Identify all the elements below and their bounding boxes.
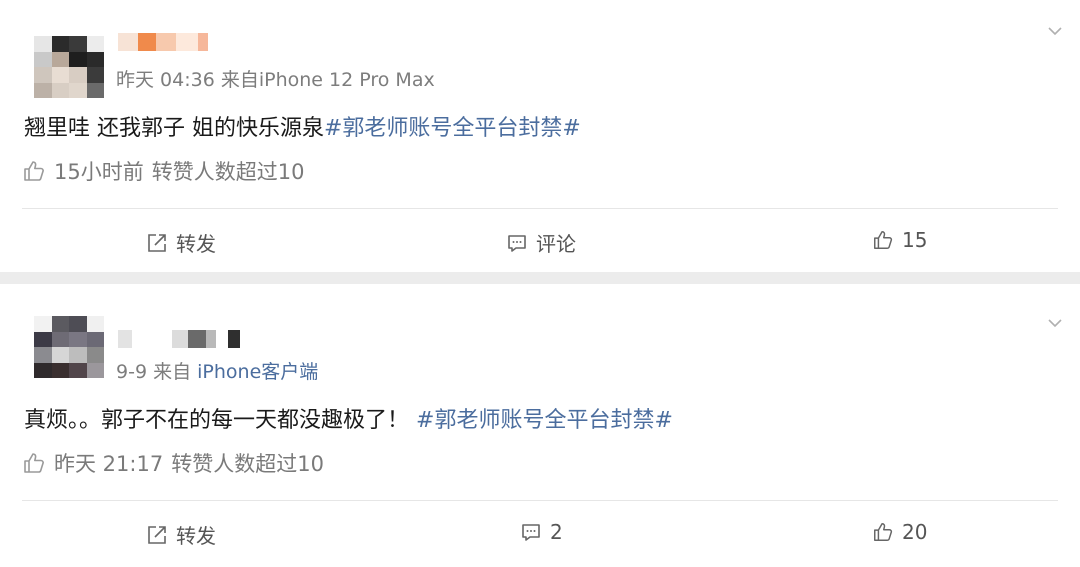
source-label: 来自 [220, 69, 259, 91]
chevron-down-icon[interactable] [1048, 316, 1062, 330]
comment-icon [508, 234, 526, 252]
post-stats: 15小时前 转赞人数超过10 [22, 156, 304, 186]
thumbs-up-icon [874, 231, 893, 249]
divider [22, 208, 1058, 209]
divider [22, 500, 1058, 501]
thumbs-up-icon [24, 453, 44, 473]
thumbs-up-icon [874, 523, 893, 541]
like-count: 20 [902, 520, 928, 544]
repost-button[interactable]: 转发 [146, 520, 216, 549]
repost-label: 转发 [176, 524, 216, 548]
avatar[interactable] [34, 36, 104, 98]
stats-repost-count: 转赞人数超过10 [151, 160, 305, 184]
repost-button[interactable]: 转发 [146, 228, 216, 257]
stats-time: 15小时前 [54, 160, 144, 184]
stats-repost-count: 转赞人数超过10 [171, 452, 324, 476]
chevron-down-icon[interactable] [1048, 24, 1062, 38]
hashtag-link[interactable]: #郭老师账号全平台封禁# [324, 116, 581, 141]
like-button[interactable]: 15 [872, 228, 927, 252]
post-meta: 昨天 04:36 来自iPhone 12 Pro Max [116, 65, 435, 92]
hashtag-link[interactable]: #郭老师账号全平台封禁# [416, 408, 673, 433]
post-card: 9-9 来自 iPhone客户端 真烦。。郭子不在的每一天都没趣极了！ #郭老师… [0, 284, 1080, 567]
post-content: 翘里哇 还我郭子 姐的快乐源泉#郭老师账号全平台封禁# [24, 110, 581, 142]
thumbs-up-icon [24, 161, 44, 181]
username[interactable] [118, 33, 208, 51]
device-source[interactable]: iPhone客户端 [197, 361, 318, 383]
stats-time: 昨天 21:17 [54, 452, 164, 476]
post-time: 昨天 04:36 [116, 69, 215, 91]
source-label: 来自 [153, 361, 192, 383]
like-button[interactable]: 20 [872, 520, 927, 544]
username[interactable] [118, 330, 240, 348]
post-meta: 9-9 来自 iPhone客户端 [116, 357, 318, 384]
post-stats: 昨天 21:17 转赞人数超过10 [22, 448, 324, 478]
comment-icon [522, 524, 540, 541]
post-time: 9-9 [116, 361, 148, 383]
post-text: 翘里哇 还我郭子 姐的快乐源泉 [24, 116, 324, 141]
share-icon [148, 233, 166, 252]
post-card: 昨天 04:36 来自iPhone 12 Pro Max 翘里哇 还我郭子 姐的… [0, 0, 1080, 272]
comment-button[interactable]: 评论 [506, 228, 576, 257]
comment-button[interactable]: 2 [520, 520, 563, 544]
share-icon [148, 525, 166, 544]
like-count: 15 [902, 228, 928, 252]
comment-label: 评论 [536, 232, 576, 256]
post-content: 真烦。。郭子不在的每一天都没趣极了！ #郭老师账号全平台封禁# [24, 402, 673, 434]
avatar[interactable] [34, 316, 104, 378]
device-source: iPhone 12 Pro Max [258, 69, 435, 91]
comment-count: 2 [550, 520, 563, 544]
repost-label: 转发 [176, 232, 216, 256]
post-text: 真烦。。郭子不在的每一天都没趣极了！ [24, 408, 410, 433]
